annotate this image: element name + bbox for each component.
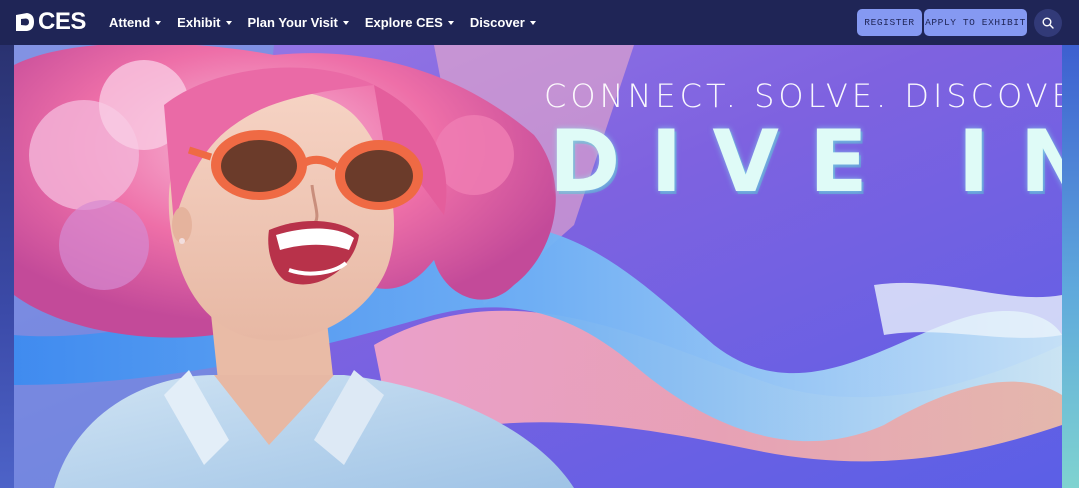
top-navigation-bar: CES Attend Exhibit Plan Your Visit Explo… [0, 0, 1079, 45]
page-background-right [1062, 45, 1079, 488]
chevron-down-icon [447, 21, 454, 25]
menu-item-explore-ces[interactable]: Explore CES [365, 15, 454, 30]
hero-headline: DIVE IN [549, 112, 1062, 212]
search-button[interactable] [1034, 9, 1062, 37]
hero-banner[interactable]: CONNECT. SOLVE. DISCOVER. DIVE IN [14, 45, 1062, 488]
ces-logo-mark-icon [16, 13, 34, 31]
menu-item-discover[interactable]: Discover [470, 15, 536, 30]
chevron-down-icon [342, 21, 349, 25]
menu-item-plan-your-visit[interactable]: Plan Your Visit [248, 15, 349, 30]
menu-item-label: Exhibit [177, 15, 221, 30]
chevron-down-icon [155, 21, 162, 25]
search-icon [1042, 17, 1054, 29]
apply-to-exhibit-button[interactable]: APPLY TO EXHIBIT [924, 9, 1027, 36]
menu-item-label: Explore CES [364, 15, 443, 30]
register-button[interactable]: REGISTER [857, 9, 922, 36]
menu-item-attend[interactable]: Attend [109, 15, 162, 30]
hero-tagline: CONNECT. SOLVE. DISCOVER. [544, 77, 1062, 115]
ces-logo-text: CES [38, 8, 86, 35]
main-menu: Attend Exhibit Plan Your Visit Explore C… [109, 0, 552, 45]
menu-item-label: Attend [109, 15, 151, 30]
chevron-down-icon [225, 21, 232, 25]
chevron-down-icon [529, 21, 536, 25]
ces-logo[interactable]: CES [13, 10, 86, 34]
menu-item-label: Plan Your Visit [247, 15, 338, 30]
menu-item-label: Discover [469, 15, 525, 30]
menu-item-exhibit[interactable]: Exhibit [177, 15, 232, 30]
page-background-left [0, 45, 14, 488]
